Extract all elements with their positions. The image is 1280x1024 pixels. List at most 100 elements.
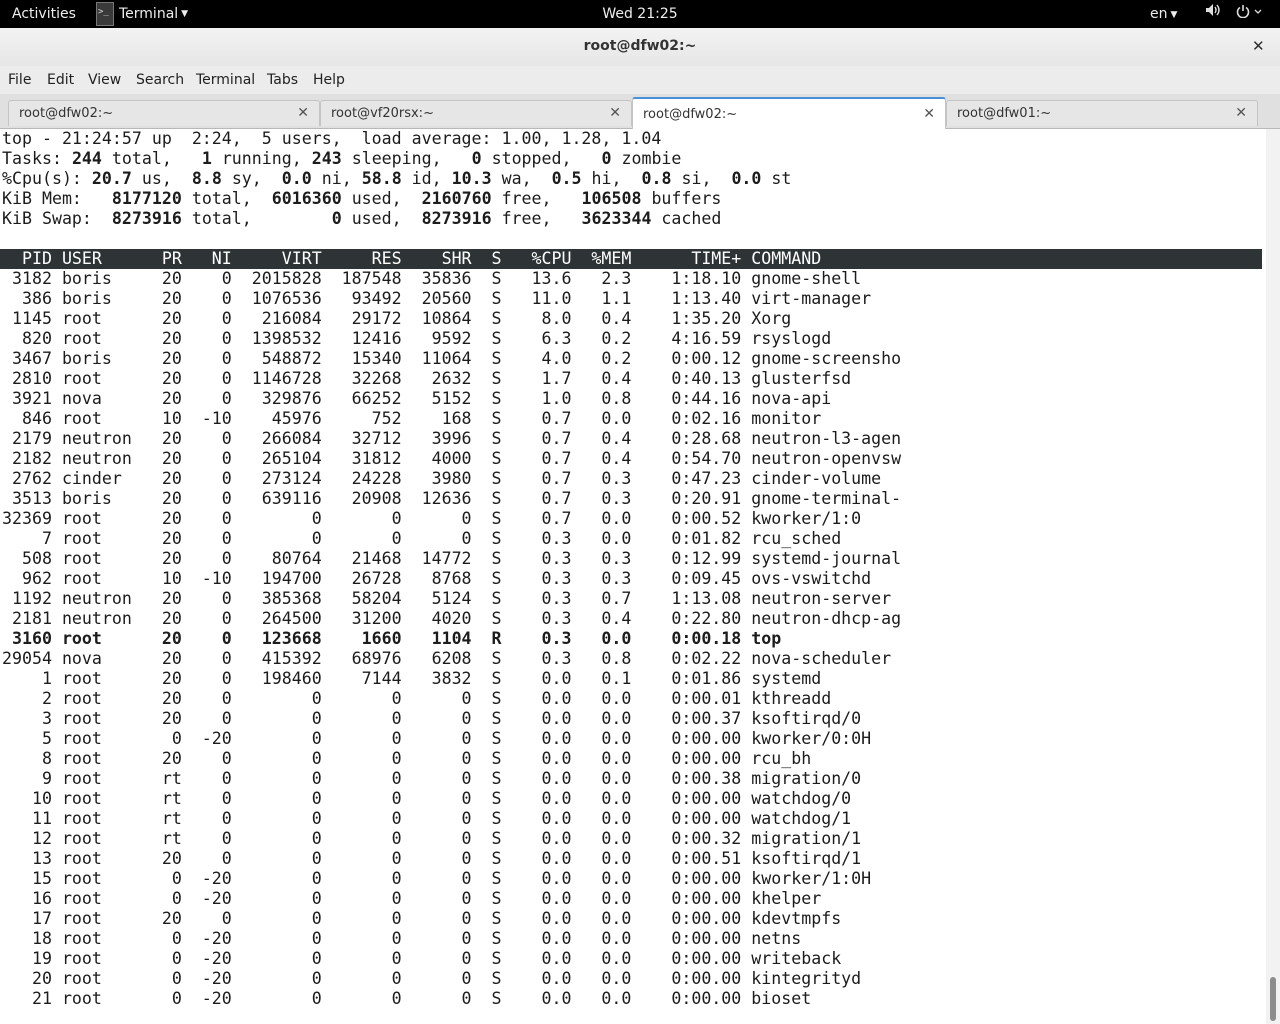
menu-tabs[interactable]: Tabs bbox=[267, 72, 298, 88]
process-row: 18 root 0 -20 0 0 0 S 0.0 0.0 0:00.00 ne… bbox=[2, 929, 802, 948]
process-row: 9 root rt 0 0 0 0 S 0.0 0.0 0:00.38 migr… bbox=[2, 769, 862, 788]
swap-free: 8273916 bbox=[421, 209, 492, 228]
process-row: 1 root 20 0 198460 7144 3832 S 0.0 0.1 0… bbox=[2, 669, 822, 688]
process-row: 2181 neutron 20 0 264500 31200 4020 S 0.… bbox=[2, 609, 902, 628]
mem-total: 8177120 bbox=[111, 189, 182, 208]
clock-container: Wed 21:25 bbox=[0, 0, 1280, 28]
close-icon[interactable]: ✕ bbox=[1252, 37, 1265, 55]
process-row: 508 root 20 0 80764 21468 14772 S 0.3 0.… bbox=[2, 549, 902, 568]
cpu-ni: 0.0 bbox=[281, 169, 312, 188]
top-cpu-line: %Cpu(s): 20.7 us, 8.8 sy, 0.0 ni, 58.8 i… bbox=[2, 169, 792, 188]
cpu-sy: 8.8 bbox=[191, 169, 222, 188]
tab-root-dfw01[interactable]: root@dfw01:~ ✕ bbox=[946, 100, 1258, 126]
process-row: 19 root 0 -20 0 0 0 S 0.0 0.0 0:00.00 wr… bbox=[2, 949, 842, 968]
close-icon[interactable]: ✕ bbox=[923, 106, 935, 122]
process-row: 846 root 10 -10 45976 752 168 S 0.7 0.0 … bbox=[2, 409, 822, 428]
swap-total: 8273916 bbox=[111, 209, 182, 228]
terminal-area[interactable]: top - 21:24:57 up 2:24, 5 users, load av… bbox=[0, 129, 1266, 1024]
volume-icon[interactable] bbox=[1205, 0, 1221, 28]
app-menu-label: Terminal bbox=[119, 6, 179, 22]
tab-label: root@dfw01:~ bbox=[957, 106, 1052, 121]
window-titlebar[interactable]: root@dfw02:~ ✕ bbox=[0, 28, 1280, 66]
process-row: 29054 nova 20 0 415392 68976 6208 S 0.3 … bbox=[2, 649, 892, 668]
menubar: File Edit View Search Terminal Tabs Help bbox=[0, 66, 1280, 94]
process-row: 3921 nova 20 0 329876 66252 5152 S 1.0 0… bbox=[2, 389, 832, 408]
window-title: root@dfw02:~ bbox=[583, 38, 697, 54]
tab-root-dfw02[interactable]: root@dfw02:~ ✕ bbox=[8, 100, 320, 126]
power-icon[interactable] bbox=[1236, 0, 1264, 28]
app-menu-button[interactable]: Terminal ▼ bbox=[96, 0, 188, 28]
process-row: 3467 boris 20 0 548872 15340 11064 S 4.0… bbox=[2, 349, 902, 368]
menu-search[interactable]: Search bbox=[136, 72, 184, 88]
tasks-stopped: 0 bbox=[471, 149, 482, 168]
process-row: 820 root 20 0 1398532 12416 9592 S 6.3 0… bbox=[2, 329, 832, 348]
tab-root-vf20rsx[interactable]: root@vf20rsx:~ ✕ bbox=[320, 100, 632, 126]
process-row: 3 root 20 0 0 0 0 S 0.0 0.0 0:00.37 ksof… bbox=[2, 709, 862, 728]
tab-bar: root@dfw02:~ ✕ root@vf20rsx:~ ✕ root@dfw… bbox=[0, 94, 1280, 129]
menu-view[interactable]: View bbox=[88, 72, 121, 88]
process-row: 1192 neutron 20 0 385368 58204 5124 S 0.… bbox=[2, 589, 892, 608]
cpu-hi: 0.5 bbox=[551, 169, 582, 188]
mem-used: 6016360 bbox=[271, 189, 342, 208]
column-header-row: PID USER PR NI VIRT RES SHR S %CPU %MEM … bbox=[2, 249, 822, 268]
process-row: 2810 root 20 0 1146728 32268 2632 S 1.7 … bbox=[2, 369, 852, 388]
chevron-down-icon: ▼ bbox=[1170, 10, 1178, 20]
mem-free: 2160760 bbox=[421, 189, 492, 208]
tasks-zombie: 0 bbox=[601, 149, 612, 168]
process-row: 2 root 20 0 0 0 0 S 0.0 0.0 0:00.01 kthr… bbox=[2, 689, 832, 708]
process-row: 32369 root 20 0 0 0 0 S 0.7 0.0 0:00.52 … bbox=[2, 509, 862, 528]
scrollbar-thumb[interactable] bbox=[1270, 977, 1276, 1021]
process-row: 2179 neutron 20 0 266084 32712 3996 S 0.… bbox=[2, 429, 902, 448]
menu-terminal[interactable]: Terminal bbox=[196, 72, 255, 88]
chevron-down-icon: ▼ bbox=[181, 9, 189, 19]
language-label: en bbox=[1150, 6, 1168, 22]
close-icon[interactable]: ✕ bbox=[609, 105, 621, 121]
tab-root-dfw02-active[interactable]: root@dfw02:~ ✕ bbox=[632, 97, 946, 129]
process-row: 13 root 20 0 0 0 0 S 0.0 0.0 0:00.51 kso… bbox=[2, 849, 862, 868]
process-row: 10 root rt 0 0 0 0 S 0.0 0.0 0:00.00 wat… bbox=[2, 789, 852, 808]
close-icon[interactable]: ✕ bbox=[297, 105, 309, 121]
tab-label: root@vf20rsx:~ bbox=[331, 106, 434, 121]
process-row: 2182 neutron 20 0 265104 31812 4000 S 0.… bbox=[2, 449, 902, 468]
cpu-st: 0.0 bbox=[731, 169, 762, 188]
tasks-sleeping: 243 bbox=[311, 149, 342, 168]
top-mem-line: KiB Mem: 8177120 total, 6016360 used, 21… bbox=[2, 189, 722, 208]
clock-button[interactable]: Wed 21:25 bbox=[602, 6, 677, 22]
process-row: 17 root 20 0 0 0 0 S 0.0 0.0 0:00.00 kde… bbox=[2, 909, 842, 928]
process-row: 16 root 0 -20 0 0 0 S 0.0 0.0 0:00.00 kh… bbox=[2, 889, 822, 908]
process-row: 15 root 0 -20 0 0 0 S 0.0 0.0 0:00.00 kw… bbox=[2, 869, 872, 888]
top-bar: Activities Terminal ▼ Wed 21:25 en▼ bbox=[0, 0, 1280, 28]
cpu-wa: 10.3 bbox=[451, 169, 492, 188]
mem-buffers: 106508 bbox=[581, 189, 642, 208]
tab-label: root@dfw02:~ bbox=[19, 106, 114, 121]
swap-cached: 3623344 bbox=[581, 209, 652, 228]
process-row: 3160 root 20 0 123668 1660 1104 R 0.3 0.… bbox=[2, 629, 782, 648]
process-row: 12 root rt 0 0 0 0 S 0.0 0.0 0:00.32 mig… bbox=[2, 829, 862, 848]
process-row: 3513 boris 20 0 639116 20908 12636 S 0.7… bbox=[2, 489, 902, 508]
top-uptime-line: top - 21:24:57 up 2:24, 5 users, load av… bbox=[2, 129, 662, 148]
tasks-running: 1 bbox=[201, 149, 212, 168]
tasks-total: 244 bbox=[71, 149, 102, 168]
top-tasks-line: Tasks: 244 total, 1 running, 243 sleepin… bbox=[2, 149, 682, 168]
menu-file[interactable]: File bbox=[8, 72, 31, 88]
process-row: 7 root 20 0 0 0 0 S 0.3 0.0 0:01.82 rcu_… bbox=[2, 529, 842, 548]
close-icon[interactable]: ✕ bbox=[1235, 105, 1247, 121]
process-row: 962 root 10 -10 194700 26728 8768 S 0.3 … bbox=[2, 569, 872, 588]
process-row: 1145 root 20 0 216084 29172 10864 S 8.0 … bbox=[2, 309, 792, 328]
menu-edit[interactable]: Edit bbox=[47, 72, 74, 88]
scrollbar[interactable] bbox=[1266, 129, 1280, 1024]
top-swap-line: KiB Swap: 8273916 total, 0 used, 8273916… bbox=[2, 209, 722, 228]
swap-used: 0 bbox=[331, 209, 342, 228]
tab-label: root@dfw02:~ bbox=[643, 107, 738, 122]
activities-button[interactable]: Activities bbox=[12, 0, 76, 28]
terminal-icon bbox=[96, 0, 114, 26]
process-row: 8 root 20 0 0 0 0 S 0.0 0.0 0:00.00 rcu_… bbox=[2, 749, 812, 768]
language-selector[interactable]: en ▼ bbox=[1150, 0, 1177, 28]
process-row: 11 root rt 0 0 0 0 S 0.0 0.0 0:00.00 wat… bbox=[2, 809, 852, 828]
menu-help[interactable]: Help bbox=[313, 72, 345, 88]
process-row: 3182 boris 20 0 2015828 187548 35836 S 1… bbox=[2, 269, 862, 288]
cpu-us: 20.7 bbox=[91, 169, 132, 188]
process-row: 20 root 0 -20 0 0 0 S 0.0 0.0 0:00.00 ki… bbox=[2, 969, 862, 988]
process-row: 2762 cinder 20 0 273124 24228 3980 S 0.7… bbox=[2, 469, 882, 488]
process-row: 386 boris 20 0 1076536 93492 20560 S 11.… bbox=[2, 289, 872, 308]
